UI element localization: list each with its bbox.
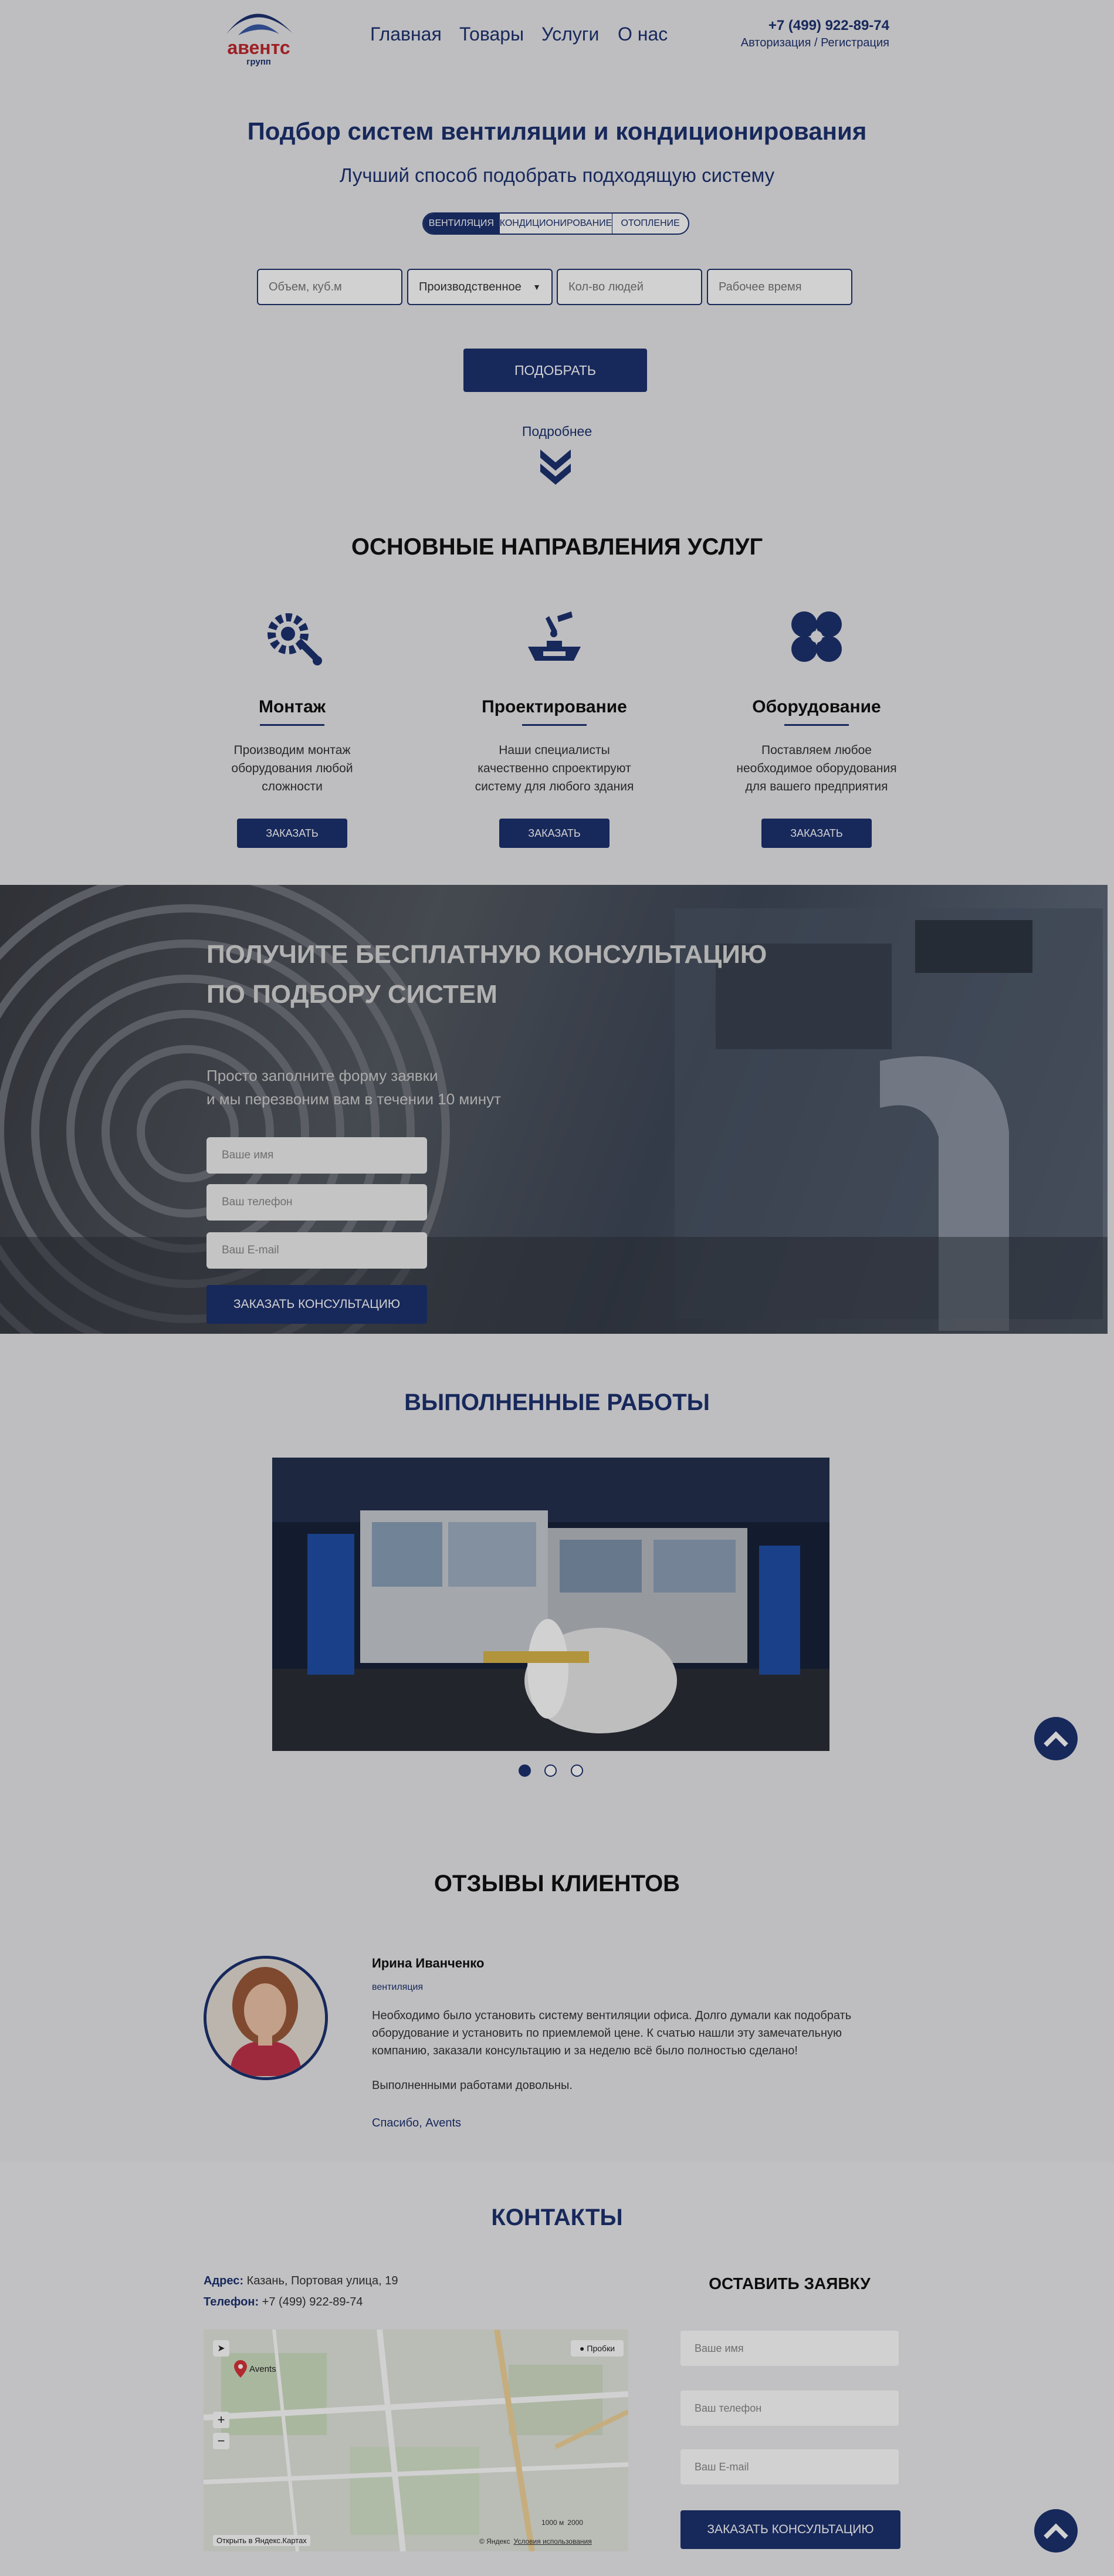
people-input[interactable]: Кол-во людей (557, 269, 702, 305)
service-card-design: Проектирование Наши специалисты качестве… (466, 604, 642, 848)
map-copyright: © Яндекс Условия использования (479, 2537, 592, 2545)
pick-button[interactable]: ПОДОБРАТЬ (463, 349, 647, 392)
works-title: ВЫПОЛНЕННЫЕ РАБОТЫ (404, 1390, 710, 1415)
reviewer-photo (206, 1959, 325, 2077)
order-phone-input[interactable]: Ваш телефон (680, 2391, 899, 2426)
double-chevron-down-icon[interactable] (537, 445, 574, 486)
service-card-installation: Монтаж Производим монтаж оборудования лю… (204, 604, 380, 848)
address-value: Казань, Портовая улица, 19 (246, 2274, 398, 2287)
terms-link[interactable]: Условия использования (514, 2537, 592, 2545)
order-installation-button[interactable]: ЗАКАЗАТЬ (237, 819, 347, 848)
review-text-2: Выполненными работами довольны. (372, 2079, 573, 2092)
reviewer-name: Ирина Иванченко (372, 1956, 485, 1970)
marker-pin-icon (234, 2360, 247, 2378)
avatar (204, 1956, 328, 2080)
fan-icon (791, 611, 842, 662)
nav-home[interactable]: Главная (370, 23, 442, 45)
tab-conditioning[interactable]: КОНДИЦИОНИРОВАНИЕ (500, 214, 613, 234)
site-header: авентс групп Главная Товары Услуги О нас… (0, 0, 1114, 67)
scale-1: 1000 м (541, 2518, 564, 2527)
contacts-title: КОНТАКТЫ (491, 2205, 623, 2230)
reviewer-category: вентиляция (372, 1982, 424, 1992)
building-type-value: Производственное (419, 280, 522, 293)
service-name: Оборудование (752, 697, 881, 716)
service-name: Монтаж (258, 697, 326, 716)
logo-text: авентс (227, 37, 290, 58)
service-card-equipment: Оборудование Поставляем любое необходимо… (729, 604, 905, 848)
geolocate-icon[interactable]: ➤ (213, 2340, 229, 2357)
traffic-icon: ● (579, 2344, 585, 2353)
order-form-title: ОСТАВИТЬ ЗАЯВКУ (709, 2274, 871, 2293)
consult-banner: ПОЛУЧИТЕ БЕСПЛАТНУЮ КОНСУЛЬТАЦИЮ ПО ПОДБ… (0, 885, 1108, 1334)
header-phone[interactable]: +7 (499) 922-89-74 (768, 18, 889, 34)
order-email-input[interactable]: Ваш E-mail (680, 2449, 899, 2484)
chevron-up-icon (1044, 1731, 1068, 1747)
works-slide[interactable] (272, 1458, 829, 1751)
address-label: Адрес: (204, 2274, 243, 2287)
traffic-button[interactable]: ● Пробки (571, 2340, 624, 2357)
chevron-down-icon: ▼ (533, 282, 541, 292)
hours-input[interactable]: Рабочее время (707, 269, 852, 305)
scale-2: 2000 (567, 2518, 583, 2527)
traffic-label: Пробки (587, 2344, 615, 2353)
tab-ventilation[interactable]: ВЕНТИЛЯЦИЯ (424, 214, 500, 234)
logo-sub: групп (246, 57, 271, 67)
hero-title: Подбор систем вентиляции и кондициониров… (247, 117, 867, 145)
hero-subtitle: Лучший способ подобрать подходящую систе… (339, 164, 775, 186)
consult-title-line2: ПО ПОДБОРУ СИСТЕМ (206, 980, 497, 1009)
order-name-input[interactable]: Ваше имя (680, 2331, 899, 2366)
scroll-top-button[interactable] (1034, 1717, 1078, 1760)
reviews-title: ОТЗЫВЫ КЛИЕНТОВ (434, 1871, 680, 1896)
tab-heating[interactable]: ОТОПЛЕНИЕ (612, 214, 688, 234)
wrench-gear-icon (268, 613, 322, 665)
address: Адрес: Казань, Портовая улица, 19 (204, 2274, 398, 2288)
consult-title-line1: ПОЛУЧИТЕ БЕСПЛАТНУЮ КОНСУЛЬТАЦИЮ (206, 940, 767, 969)
order-submit-button[interactable]: ЗАКАЗАТЬ КОНСУЛЬТАЦИЮ (680, 2510, 900, 2549)
scroll-top-button-bottom[interactable] (1034, 2509, 1078, 2553)
consult-sub-line2: и мы перезвоним вам в течении 10 минут (206, 1090, 502, 1108)
review-text: Необходимо было установить систему венти… (372, 2009, 852, 2057)
auth-link[interactable]: Авторизация / Регистрация (741, 36, 889, 50)
copyright: © Яндекс (479, 2537, 510, 2545)
volume-input[interactable]: Объем, куб.м (257, 269, 402, 305)
chevron-up-icon (1044, 2523, 1068, 2539)
slide-dot-1[interactable] (519, 1764, 531, 1777)
building-type-select[interactable]: Производственное ▼ (407, 269, 553, 305)
zoom-in-icon[interactable]: + (213, 2412, 229, 2428)
consult-sub-line1: Просто заполните форму заявки (206, 1067, 438, 1084)
order-design-button[interactable]: ЗАКАЗАТЬ (499, 819, 610, 848)
consult-subtitle: Просто заполните форму заявки и мы перез… (206, 1064, 501, 1111)
more-link[interactable]: Подробнее (0, 424, 1114, 440)
nav-about[interactable]: О нас (618, 23, 668, 45)
service-desc: Наши специалисты качественно спроектирую… (475, 743, 634, 793)
slide-dot-3[interactable] (571, 1764, 583, 1777)
phone-label: Телефон: (204, 2296, 259, 2308)
slide-dot-2[interactable] (544, 1764, 557, 1777)
logo[interactable]: авентс групп (221, 0, 297, 69)
consult-email-input[interactable]: Ваш E-mail (206, 1232, 427, 1269)
service-desc: Производим монтаж оборудования любой сло… (231, 743, 353, 793)
consult-phone-input[interactable]: Ваш телефон (206, 1184, 427, 1221)
system-tabs: ВЕНТИЛЯЦИЯ КОНДИЦИОНИРОВАНИЕ ОТОПЛЕНИЕ (422, 212, 689, 235)
open-in-yandex-link[interactable]: Открыть в Яндекс.Картах (213, 2535, 310, 2546)
services-title: ОСНОВНЫЕ НАПРАВЛЕНИЯ УСЛУГ (351, 534, 763, 560)
drafting-table-icon (528, 611, 581, 661)
service-desc: Поставляем любое необходимое оборудовани… (736, 743, 897, 793)
order-equipment-button[interactable]: ЗАКАЗАТЬ (761, 819, 872, 848)
map-scale: 1000 м 2000 (541, 2518, 583, 2527)
nav-services[interactable]: Услуги (541, 23, 599, 45)
map[interactable]: ● Пробки ➤ + − Avents Открыть в Яндекс.Ка… (204, 2330, 628, 2551)
phone: Телефон: +7 (499) 922-89-74 (204, 2296, 363, 2309)
consult-title: ПОЛУЧИТЕ БЕСПЛАТНУЮ КОНСУЛЬТАЦИЮ ПО ПОДБ… (206, 935, 767, 1015)
consult-name-input[interactable]: Ваше имя (206, 1137, 427, 1174)
factory-photo (272, 1458, 829, 1751)
consult-submit-button[interactable]: ЗАКАЗАТЬ КОНСУЛЬТАЦИЮ (206, 1285, 427, 1324)
nav-products[interactable]: Товары (459, 23, 524, 45)
map-marker[interactable]: Avents (234, 2360, 276, 2378)
phone-value[interactable]: +7 (499) 922-89-74 (262, 2296, 363, 2308)
zoom-out-icon[interactable]: − (213, 2433, 229, 2449)
marker-label: Avents (249, 2364, 276, 2374)
review-signature: Спасибо, Avents (372, 2117, 462, 2129)
service-name: Проектирование (482, 697, 627, 716)
